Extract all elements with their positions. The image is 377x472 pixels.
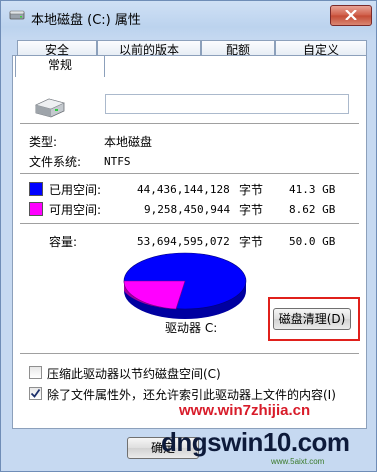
title-bar[interactable]: 本地磁盘 (C:) 属性	[1, 1, 377, 31]
used-space-unit: 字节	[239, 183, 264, 197]
general-panel: 类型: 本地磁盘 文件系统: NTFS 已用空间: 44,436,144,128…	[12, 55, 367, 429]
compress-label: 压缩此驱动器以节约磁盘空间(C)	[47, 367, 221, 381]
capacity-unit: 字节	[239, 235, 264, 249]
used-space-swatch	[29, 182, 43, 196]
capacity-bytes: 53,694,595,072	[137, 235, 230, 248]
drive-letter-label: 驱动器 C:	[165, 321, 218, 335]
free-space-label: 可用空间:	[49, 203, 102, 217]
type-label: 类型:	[29, 135, 58, 149]
divider	[20, 223, 359, 224]
filesystem-label: 文件系统:	[29, 155, 82, 169]
watermark-url: www.win7zhijia.cn	[179, 402, 311, 419]
compress-checkbox[interactable]	[29, 366, 42, 379]
volume-name-input[interactable]	[105, 94, 349, 114]
properties-window: 本地磁盘 (C:) 属性 安全 以前的版本 配额 自定义 常规 工具 硬件 共享…	[0, 0, 377, 472]
capacity-label: 容量:	[49, 235, 78, 249]
disk-icon	[9, 10, 25, 20]
divider	[20, 173, 359, 174]
index-checkbox[interactable]	[29, 387, 42, 400]
checkmark-icon	[30, 388, 41, 398]
drive-icon	[35, 98, 65, 118]
cleanup-highlight-box	[268, 297, 360, 341]
capacity-size: 50.0 GB	[289, 235, 336, 248]
divider	[20, 353, 359, 354]
close-icon	[345, 10, 357, 20]
free-space-unit: 字节	[239, 203, 264, 217]
disk-usage-pie-chart	[123, 252, 247, 319]
watermark-small-url: www.5aixt.com	[271, 457, 325, 466]
divider	[20, 123, 359, 124]
filesystem-value: NTFS	[104, 155, 131, 168]
tab-general-label: 常规	[47, 58, 72, 72]
window-title: 本地磁盘 (C:) 属性	[31, 13, 141, 28]
type-value: 本地磁盘	[104, 135, 153, 149]
index-label: 除了文件属性外，还允许索引此驱动器上文件的内容(I)	[47, 388, 336, 402]
watermark-logo-text: dngswin10.com	[161, 427, 350, 457]
used-space-bytes: 44,436,144,128	[137, 183, 230, 196]
close-button[interactable]	[330, 5, 372, 26]
free-space-bytes: 9,258,450,944	[144, 203, 231, 216]
used-space-size: 41.3 GB	[289, 183, 336, 196]
used-space-label: 已用空间:	[49, 183, 102, 197]
tab-general[interactable]: 常规	[15, 55, 105, 77]
free-space-swatch	[29, 202, 43, 216]
free-space-size: 8.62 GB	[289, 203, 336, 216]
